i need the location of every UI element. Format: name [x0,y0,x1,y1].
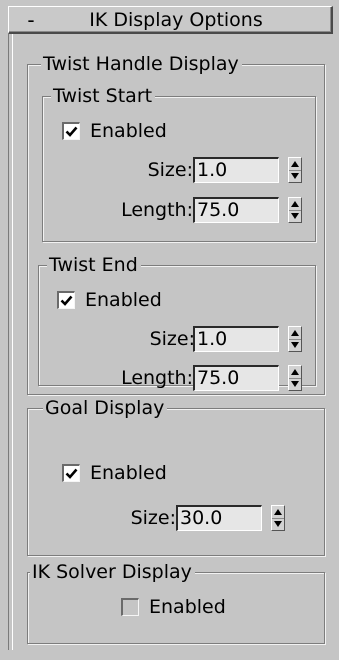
twist-end-size-label: Size: [149,328,195,350]
twist-end-size-input[interactable]: 1.0 [193,326,279,352]
twist-start-enabled-checkbox[interactable]: Enabled [62,119,202,143]
checkmark-icon [65,126,78,137]
twist-start-checkbox-box[interactable] [62,122,80,140]
twist-handle-display-title: Twist Handle Display [41,52,242,76]
twist-start-length-label: Length: [121,199,193,221]
ik-solver-enabled-label: Enabled [149,596,226,618]
twist-handle-display-group: Twist Handle Display Twist Start Enabled… [27,52,325,395]
twist-end-group: Twist End Enabled Size: 1.0 Length: 75.0 [38,253,316,391]
arrow-down-icon[interactable] [289,170,301,182]
twist-start-enabled-label: Enabled [90,120,167,142]
ik-solver-checkbox-box[interactable] [121,598,139,616]
goal-display-enabled-checkbox[interactable]: Enabled [62,461,222,485]
twist-end-enabled-label: Enabled [85,289,162,311]
goal-display-size-label: Size: [130,507,176,529]
twist-start-length-spinner[interactable] [288,197,302,223]
twist-start-size-label: Size: [147,159,193,181]
rollout-bracket [8,30,12,650]
goal-display-size-spinner[interactable] [271,505,285,531]
twist-end-length-input[interactable]: 75.0 [193,365,279,391]
rollout-header[interactable]: - IK Display Options [8,6,333,34]
ik-solver-display-title: IK Solver Display [30,560,195,584]
checkmark-icon [60,295,73,306]
goal-display-group: Goal Display Enabled Size: 30.0 [27,396,325,556]
arrow-down-icon[interactable] [289,378,301,390]
twist-start-size-spinner[interactable] [288,157,302,183]
goal-display-title: Goal Display [43,396,168,420]
twist-end-checkbox-box[interactable] [57,291,75,309]
rollout-collapse-toggle[interactable]: - [21,7,41,33]
twist-start-group: Twist Start Enabled Size: 1.0 Length: 75… [42,84,316,242]
twist-start-length-input[interactable]: 75.0 [193,197,279,223]
ik-solver-display-group: IK Solver Display Enabled [27,560,325,644]
twist-end-size-spinner[interactable] [288,326,302,352]
twist-end-length-label: Length: [121,367,193,389]
goal-display-enabled-label: Enabled [90,462,167,484]
twist-end-title: Twist End [47,253,141,277]
arrow-down-icon[interactable] [272,518,284,530]
rollout-title: IK Display Options [89,9,263,31]
checkmark-icon [65,468,78,479]
arrow-down-icon[interactable] [289,210,301,222]
twist-end-enabled-checkbox[interactable]: Enabled [57,288,197,312]
twist-start-title: Twist Start [51,84,156,108]
twist-end-length-spinner[interactable] [288,365,302,391]
goal-display-checkbox-box[interactable] [62,464,80,482]
ik-solver-enabled-checkbox[interactable]: Enabled [121,595,281,619]
arrow-down-icon[interactable] [289,339,301,351]
twist-start-size-input[interactable]: 1.0 [193,157,279,183]
ik-display-options-panel: - IK Display Options Twist Handle Displa… [0,0,339,660]
goal-display-size-input[interactable]: 30.0 [176,505,262,531]
